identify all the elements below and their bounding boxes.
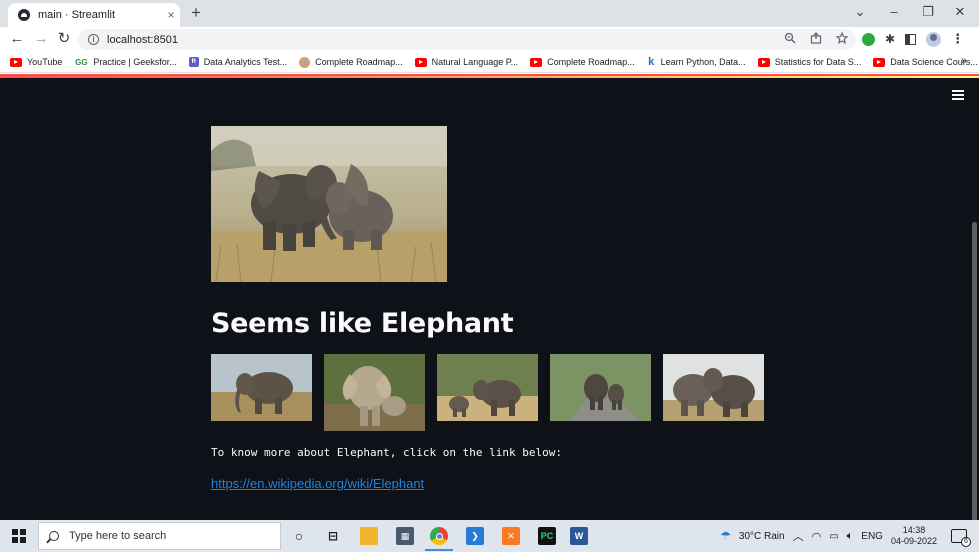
elephant-thumbnail [324, 354, 425, 431]
bookmark-item[interactable]: Complete Roadmap... [530, 57, 635, 67]
bookmark-item[interactable]: GG Practice | Geeksfor... [74, 57, 177, 67]
browser-tab[interactable]: main · Streamlit × [8, 3, 180, 27]
bookmark-label: Data Analytics Test... [203, 57, 288, 67]
battery-icon[interactable]: ▭ [829, 531, 838, 542]
uploaded-elephant-image [211, 126, 447, 282]
bookmark-item[interactable]: Complete Roadmap... [299, 56, 403, 68]
tab-close-icon[interactable]: × [162, 8, 180, 22]
show-hidden-icons[interactable]: ︿ [793, 528, 804, 544]
calculator-icon[interactable]: ▦ [396, 527, 414, 545]
reload-button[interactable]: ↻ [55, 30, 73, 48]
bookmarks-overflow-icon[interactable]: » [961, 55, 967, 67]
bookmark-label: Statistics for Data S... [774, 57, 862, 67]
window-restore-button[interactable]: ❐ [918, 4, 938, 20]
scrollbar[interactable] [972, 222, 977, 522]
weather-icon[interactable]: ☂ [720, 529, 731, 543]
xampp-icon[interactable]: ✕ [502, 527, 520, 545]
windows-start-icon[interactable] [12, 529, 26, 543]
info-text: To know more about Elephant, click on th… [211, 446, 562, 459]
extensions-puzzle-icon[interactable]: ✱ [885, 32, 895, 46]
tab-title: main · Streamlit [38, 9, 116, 21]
notifications-icon[interactable]: 6 [951, 529, 971, 547]
bookmark-label: Learn Python, Data... [660, 57, 746, 67]
zoom-icon[interactable] [784, 32, 796, 44]
youtube-icon [530, 57, 543, 67]
site-info-icon[interactable]: i [88, 34, 99, 45]
wikipedia-link[interactable]: https://en.wikipedia.org/wiki/Elephant [211, 476, 424, 491]
chrome-icon[interactable] [430, 527, 448, 545]
bookmark-label: YouTube [27, 57, 63, 67]
prediction-heading: Seems like Elephant [211, 308, 514, 339]
elephant-thumbnail [663, 354, 764, 421]
powershell-icon[interactable]: ❯ [466, 527, 484, 545]
profile-avatar-icon[interactable] [926, 31, 942, 47]
clock[interactable]: 14:38 04-09-2022 [891, 525, 937, 547]
bookmark-label: Practice | Geeksfor... [93, 57, 177, 67]
weather-text[interactable]: 30°C Rain [739, 531, 785, 542]
taskbar-search-box[interactable]: Type here to search [38, 522, 281, 550]
youtube-icon [10, 57, 22, 67]
task-view-icon[interactable]: ⊟ [324, 527, 342, 545]
streamlit-app: Seems like Elephant To know more about E… [0, 74, 979, 522]
notification-count: 6 [961, 537, 971, 547]
clock-time: 14:38 [902, 525, 926, 535]
file-explorer-icon[interactable] [360, 527, 378, 545]
system-tray: ☂ 30°C Rain ︿ ◠ ▭ 🔈︎ ENG 14:38 04-09-202… [720, 520, 979, 552]
language-indicator[interactable]: ENG [861, 531, 883, 542]
windows-taskbar: Type here to search ○ ⊟ ▦ ❯ ✕ PC W ☂ 30°… [0, 520, 979, 552]
bookmark-item[interactable]: Natural Language P... [414, 57, 519, 67]
r-icon: R [188, 57, 199, 67]
wifi-icon[interactable]: ◠ [812, 530, 822, 543]
cortana-icon[interactable]: ○ [290, 527, 308, 545]
address-bar[interactable]: i localhost:8501 [78, 29, 856, 50]
streamlit-favicon-icon [18, 9, 30, 21]
youtube-icon [757, 57, 770, 67]
youtube-icon [414, 57, 427, 67]
elephant-thumbnail [437, 354, 538, 421]
bookmark-label: Complete Roadmap... [315, 57, 403, 67]
grammarly-extension-icon[interactable] [862, 32, 875, 46]
elephant-thumbnail [211, 354, 312, 421]
volume-icon[interactable]: 🔈︎ [847, 530, 854, 543]
forward-button[interactable]: → [32, 30, 50, 48]
url-text[interactable]: localhost:8501 [107, 34, 178, 46]
back-button[interactable]: ← [8, 30, 26, 48]
search-placeholder: Type here to search [69, 530, 167, 542]
browser-tab-strip: main · Streamlit × + ⌄ – ❐ ✕ [0, 0, 979, 27]
browser-toolbar: ← → ↻ i localhost:8501 ✱ ⋮ [0, 27, 979, 52]
youtube-icon [873, 57, 886, 67]
k-icon: k [648, 56, 655, 68]
avatar-icon [299, 56, 311, 68]
window-minimize-button[interactable]: – [884, 4, 904, 19]
bookmark-label: Complete Roadmap... [547, 57, 635, 67]
bookmark-item[interactable]: Statistics for Data S... [757, 57, 862, 67]
pycharm-icon[interactable]: PC [538, 527, 556, 545]
menu-kebab-icon[interactable]: ⋮ [951, 31, 964, 47]
search-icon [49, 531, 59, 541]
elephant-thumbnail [550, 354, 651, 421]
clock-date: 04-09-2022 [890, 536, 937, 546]
bookmark-item[interactable]: YouTube [10, 57, 62, 67]
bookmarks-bar: YouTube GG Practice | Geeksfor... R Data A… [0, 52, 979, 73]
side-panel-icon[interactable] [905, 33, 917, 45]
bookmark-star-icon[interactable] [836, 32, 848, 44]
geeksforgeeks-icon: GG [75, 57, 88, 67]
bookmark-label: Natural Language P... [431, 57, 519, 67]
hamburger-menu-icon[interactable] [952, 90, 964, 100]
bookmark-item[interactable]: R Data Analytics Test... [188, 57, 288, 67]
tab-search-dropdown-icon[interactable]: ⌄ [850, 4, 870, 20]
chrome-active-indicator [425, 549, 453, 551]
window-close-button[interactable]: ✕ [950, 4, 970, 20]
share-icon[interactable] [810, 32, 822, 44]
new-tab-button[interactable]: + [186, 4, 206, 22]
bookmark-item[interactable]: k Learn Python, Data... [647, 56, 746, 68]
word-icon[interactable]: W [570, 527, 588, 545]
